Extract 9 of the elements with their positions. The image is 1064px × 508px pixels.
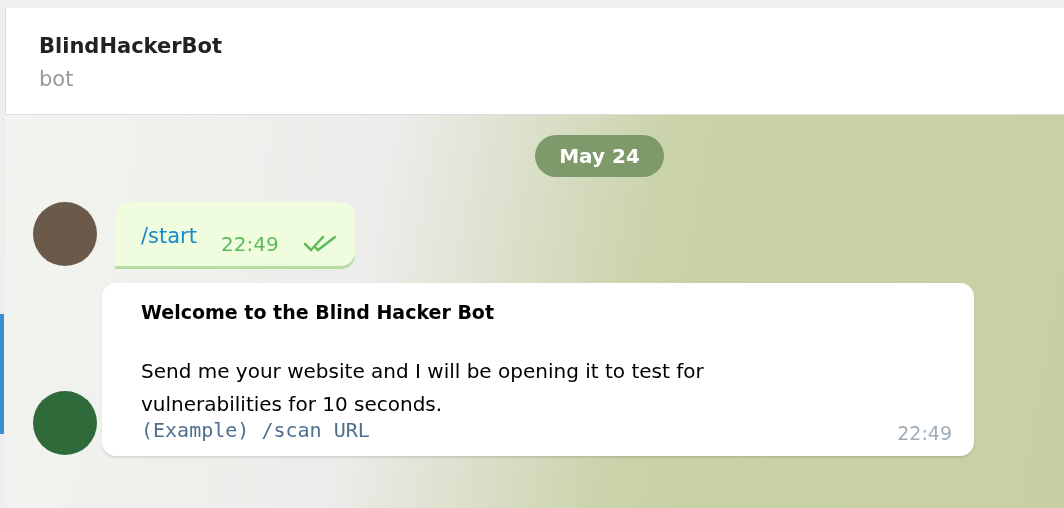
chat-subtitle: bot [39, 67, 75, 91]
message-text: Send me your website and I will be opening it to test for vulnerabilities for 10 seconds. [141, 358, 705, 418]
code-text: (Example) /scan URL [141, 418, 370, 442]
message-time: 22:49 [221, 232, 279, 256]
message-time: 22:49 [897, 422, 952, 444]
date-badge: May 24 [535, 135, 664, 177]
message-heading: Welcome to the Blind Hacker Bot [141, 301, 495, 323]
command-link[interactable]: /start [141, 224, 197, 256]
chat-title: BlindHackerBot [39, 34, 224, 58]
